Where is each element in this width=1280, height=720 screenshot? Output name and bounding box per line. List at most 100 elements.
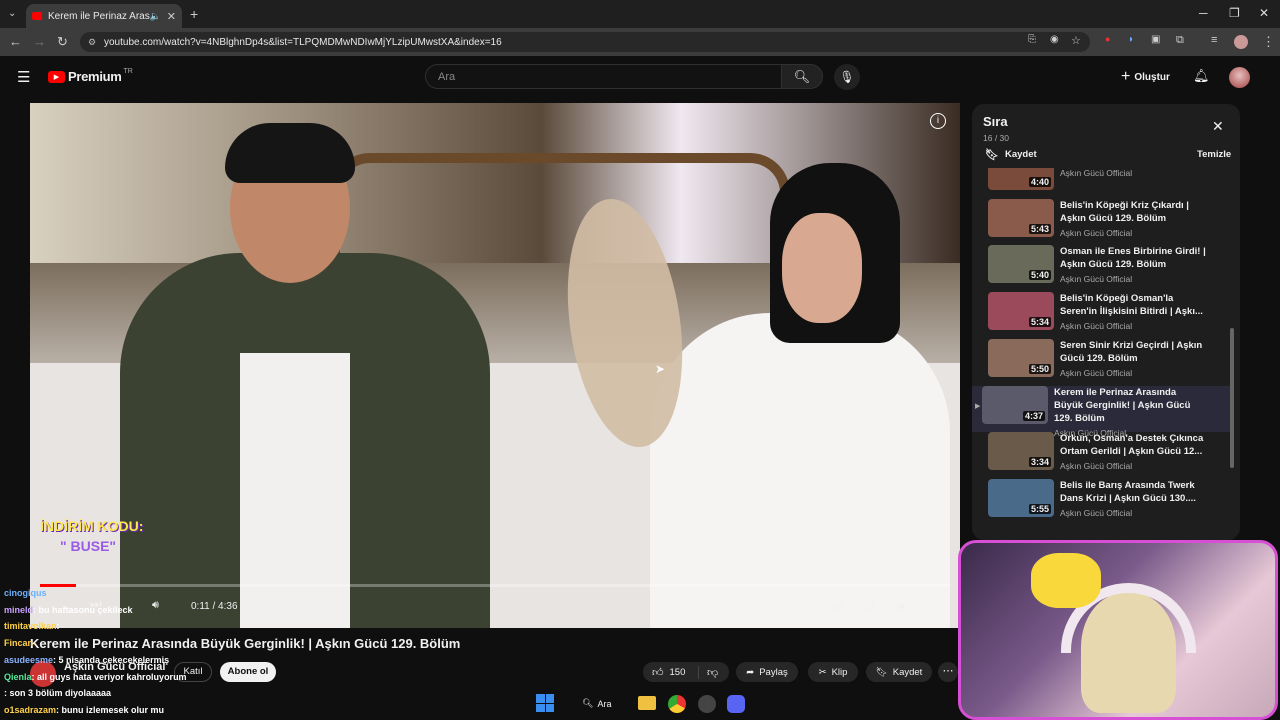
chat-text: : [56, 621, 60, 632]
queue-item-title: Kerem ile Perinaz Arasında Büyük Gerginl… [1054, 386, 1191, 424]
chat-username: Qienla [4, 671, 32, 682]
like-count: 150 [669, 666, 686, 678]
chat-username: timitavolkan [4, 621, 57, 632]
queue-item-duration: 5:34 [1028, 317, 1051, 328]
queue-save-button[interactable]: 🔖︎ Kaydet [985, 148, 1037, 161]
chat-text: : bu haftasonu çekileck [33, 604, 133, 615]
install-icon[interactable]: ⎘ [1028, 34, 1036, 45]
obs-icon[interactable] [698, 695, 716, 713]
chat-message: : son 3 bölüm diyolaaaaa [4, 688, 111, 698]
windows-start-icon[interactable] [536, 694, 554, 712]
queue-item-channel: Aşkın Gücü Official [1060, 274, 1133, 285]
hamburger-menu-icon[interactable]: ☰ [17, 68, 30, 86]
taskbar-search-icon: 🔍︎ [582, 698, 594, 708]
clip-button[interactable]: ✂ Klip [808, 662, 858, 682]
extension-red-icon[interactable]: ● [1105, 34, 1110, 44]
browser-tab[interactable]: Kerem ile Perinaz Arasında 🔈 ✕ [26, 4, 182, 28]
voice-search-button[interactable]: 🎙︎ [834, 64, 860, 90]
youtube-logo[interactable]: ▶ Premium TR [48, 68, 133, 84]
queue-item[interactable]: 4:40Yıktı | Aşkın Gücü 128. BölümAşkın G… [978, 168, 1234, 198]
scissors-icon: ✂ [818, 666, 827, 678]
share-button[interactable]: ➦ Paylaş [736, 662, 798, 682]
chat-username: Fincan [4, 638, 34, 649]
queue-item-title: Osman ile Enes Birbirine Girdi! | Aşkın … [1060, 246, 1206, 271]
queue-list: 4:40Yıktı | Aşkın Gücü 128. BölümAşkın G… [972, 168, 1240, 540]
video-player[interactable]: İNDİRİM KODU: " BUSE" i ⏭ 🔊︎ 0:11 / 4:36… [30, 103, 960, 628]
eye-off-icon[interactable]: ◉ [1050, 34, 1059, 45]
tab-close-icon[interactable]: ✕ [167, 10, 176, 23]
reading-list-icon[interactable]: ≡ [1211, 34, 1217, 46]
new-tab-button[interactable]: + [190, 6, 198, 22]
miniplayer-icon[interactable]: ▣ [896, 600, 906, 613]
chat-text: : son 3 bölüm diyolaaaaa [4, 688, 112, 699]
queue-item-channel: Aşkın Gücü Official [1060, 367, 1133, 378]
site-info-icon[interactable]: ⚙ [88, 37, 96, 48]
queue-item[interactable]: ▶ 4:37 Kerem ile Perinaz Arasında Büyük Ge… [972, 385, 1230, 438]
queue-thumbnail: 5:40 [988, 245, 1054, 284]
like-dislike-group: 👍︎ 150 👎︎ [643, 662, 729, 682]
create-button[interactable]: + Oluştur [1121, 66, 1170, 88]
save-bookmark-icon: 🔖︎ [875, 666, 888, 678]
queue-item[interactable]: 5:34 Belis'in Köpeği Osman'la Seren'in İl… [978, 292, 1234, 338]
queue-thumbnail: 3:34 [988, 432, 1054, 471]
queue-item-duration: 5:55 [1028, 503, 1051, 514]
chrome-icon[interactable] [668, 695, 686, 713]
extensions-puzzle-icon[interactable]: ⧉ [1176, 34, 1184, 47]
queue-item-duration: 4:40 [1028, 177, 1051, 187]
more-actions-icon[interactable]: ⋯ [938, 662, 958, 682]
clip-label: Klip [831, 666, 848, 678]
restore-icon[interactable]: ❐ [1229, 6, 1240, 20]
extension-blue-icon[interactable]: ◗ [1128, 34, 1134, 45]
webcam-overlay [958, 540, 1278, 720]
bookmark-star-icon[interactable]: ☆ [1071, 34, 1081, 47]
queue-item[interactable]: 5:40 Osman ile Enes Birbirine Girdi! | Aş… [978, 245, 1234, 291]
queue-close-icon[interactable]: ✕ [1212, 118, 1224, 135]
dislike-button[interactable]: 👎︎ [699, 666, 718, 679]
youtube-favicon-icon [32, 12, 42, 20]
queue-clear-button[interactable]: Temizle [1197, 149, 1231, 160]
tab-search-icon[interactable]: ⌄ [8, 8, 16, 19]
share-label: Paylaş [759, 666, 788, 678]
browser-menu-icon[interactable]: ⋮ [1262, 34, 1275, 50]
subscribe-button[interactable]: Abone ol [220, 662, 276, 682]
search-input[interactable]: Ara [425, 64, 781, 89]
file-explorer-icon[interactable] [638, 696, 656, 710]
queue-item[interactable]: 5:50 Seren Sinir Krizi Geçirdi | Aşkın Gü… [978, 338, 1234, 385]
search-button[interactable]: 🔍︎ [781, 64, 823, 89]
extension-icon[interactable]: ▣ [1151, 34, 1160, 45]
queue-item-duration: 4:37 [1022, 410, 1045, 421]
tab-audio-icon[interactable]: 🔈 [150, 11, 161, 22]
discord-icon[interactable] [727, 695, 745, 713]
account-avatar[interactable] [1229, 67, 1250, 88]
queue-item[interactable]: 5:43 Belis'in Köpeği Kriz Çıkardı | Aşkın… [978, 198, 1234, 245]
tab-title: Kerem ile Perinaz Arasında [48, 10, 150, 22]
chat-message: o1sadrazam: bunu izlemesek olur mu [4, 705, 164, 715]
minimize-icon[interactable]: ─ [1199, 6, 1208, 20]
now-playing-icon: ▶ [975, 402, 981, 410]
reload-icon[interactable]: ↻ [57, 34, 68, 50]
notifications-bell-icon[interactable]: 🔔︎ [1193, 68, 1210, 84]
taskbar-search[interactable]: 🔍︎ Ara [582, 698, 611, 709]
chat-text: : 5 nisanda çekecekelermiş [53, 654, 170, 665]
settings-gear-icon[interactable]: ⚙ [864, 599, 875, 613]
queue-item[interactable]: 3:34 Orkun, Osman'a Destek Çıkınca Ortam … [978, 432, 1234, 478]
chat-username: asudeesme [4, 654, 54, 665]
queue-title: Sıra [983, 114, 1008, 129]
queue-item[interactable]: 5:55 Belis ile Barış Arasında Twerk Dans … [978, 478, 1234, 525]
save-button[interactable]: 🔖︎ Kaydet [866, 662, 932, 682]
fullscreen-icon[interactable]: ⤢ [928, 599, 938, 614]
subtitles-icon[interactable]: ▤ [833, 600, 843, 613]
info-icon[interactable]: i [930, 113, 946, 129]
queue-scrollbar[interactable] [1230, 168, 1235, 468]
taskbar-search-label: Ara [597, 698, 612, 709]
url-text: youtube.com/watch?v=4NBlghnDp4s&list=TLP… [104, 36, 502, 48]
address-bar[interactable]: ⚙ youtube.com/watch?v=4NBlghnDp4s&list=T… [80, 32, 1090, 52]
forward-icon[interactable]: → [33, 34, 46, 49]
back-icon[interactable]: ← [9, 34, 22, 49]
window-close-icon[interactable]: ✕ [1259, 6, 1269, 20]
queue-item-duration: 5:43 [1028, 223, 1051, 234]
queue-position: 16 / 30 [983, 133, 1009, 143]
profile-avatar[interactable] [1234, 35, 1248, 49]
like-button[interactable]: 👍︎ 150 [643, 665, 699, 679]
queue-item-channel: Aşkın Gücü Official [1060, 227, 1133, 238]
